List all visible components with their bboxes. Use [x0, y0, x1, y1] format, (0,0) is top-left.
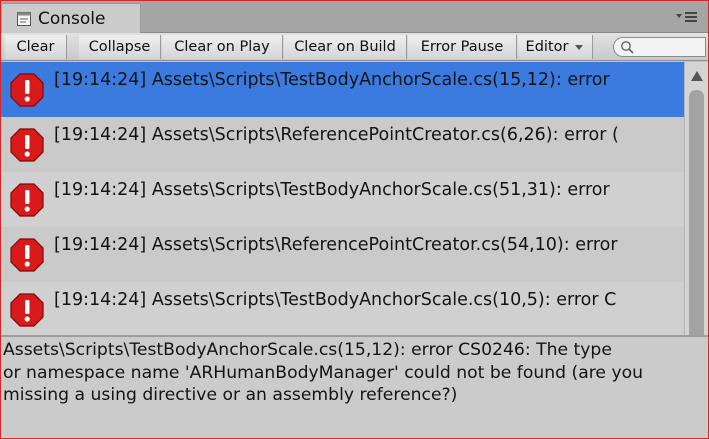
collapse-toggle[interactable]: Collapse: [79, 35, 161, 59]
console-window: Console Clear Collapse Clear on Play Cle…: [0, 0, 709, 439]
log-entry[interactable]: [19:14:24] Assets\Scripts\TestBodyAnchor…: [1, 62, 684, 117]
tab-menu-glyph: [676, 12, 697, 22]
error-icon: [10, 127, 44, 162]
log-entry[interactable]: [19:14:24] Assets\Scripts\ReferencePoint…: [1, 227, 684, 282]
clear-on-play-toggle[interactable]: Clear on Play: [162, 35, 283, 59]
tab-title: Console: [38, 8, 106, 29]
log-detail-text: Assets\Scripts\TestBodyAnchorScale.cs(15…: [3, 340, 644, 405]
log-entry-text: [19:14:24] Assets\Scripts\ReferencePoint…: [54, 124, 619, 145]
editor-label: Editor: [525, 39, 569, 55]
log-entry-text: [19:14:24] Assets\Scripts\TestBodyAnchor…: [54, 69, 610, 90]
error-icon: [10, 237, 44, 272]
log-entry-text: [19:14:24] Assets\Scripts\ReferencePoint…: [54, 234, 618, 255]
log-list-scrollbar[interactable]: [684, 62, 708, 336]
error-icon: [10, 72, 44, 107]
clear-on-build-toggle[interactable]: Clear on Build: [284, 35, 407, 59]
console-toolbar: Clear Collapse Clear on Play Clear on Bu…: [1, 33, 708, 61]
scroll-thumb[interactable]: [689, 90, 704, 336]
clear-on-build-label: Clear on Build: [294, 39, 396, 55]
console-window-icon: [17, 11, 31, 26]
tab-strip: Console: [1, 1, 708, 33]
search-icon: [621, 41, 634, 54]
collapse-label: Collapse: [88, 39, 151, 55]
log-detail-panel: Assets\Scripts\TestBodyAnchorScale.cs(15…: [1, 337, 708, 438]
log-entry-text: [19:14:24] Assets\Scripts\TestBodyAnchor…: [54, 289, 617, 310]
error-pause-label: Error Pause: [420, 39, 504, 55]
error-icon: [10, 182, 44, 217]
editor-dropdown[interactable]: Editor: [518, 35, 593, 59]
scroll-up-arrow-icon[interactable]: [690, 70, 704, 82]
error-pause-toggle[interactable]: Error Pause: [408, 35, 517, 59]
log-entry-text: [19:14:24] Assets\Scripts\TestBodyAnchor…: [54, 179, 610, 200]
log-entry[interactable]: [19:14:24] Assets\Scripts\TestBodyAnchor…: [1, 172, 684, 227]
error-icon: [10, 292, 44, 327]
log-entry[interactable]: [19:14:24] Assets\Scripts\TestBodyAnchor…: [1, 282, 684, 336]
search-input[interactable]: [613, 37, 706, 57]
log-entry[interactable]: [19:14:24] Assets\Scripts\ReferencePoint…: [1, 117, 684, 172]
clear-on-play-label: Clear on Play: [174, 39, 270, 55]
clear-label: Clear: [16, 39, 55, 55]
clear-button[interactable]: Clear: [5, 35, 67, 59]
tab-console[interactable]: Console: [1, 3, 141, 33]
log-list: [19:14:24] Assets\Scripts\TestBodyAnchor…: [1, 62, 684, 336]
chevron-down-icon: [575, 45, 584, 50]
tab-menu-icon[interactable]: [676, 9, 698, 25]
